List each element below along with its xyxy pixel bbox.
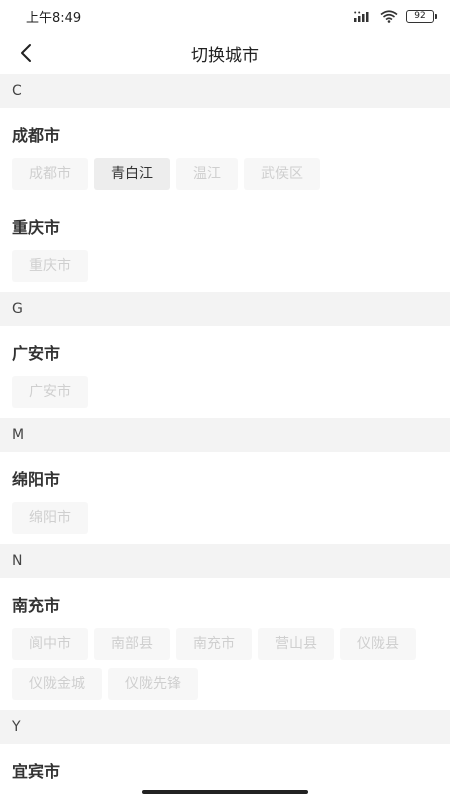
district-tag[interactable]: 成都市 (12, 158, 88, 190)
city-group: 南充市 阆中市 南部县 南充市 营山县 仪陇县 仪陇金城 仪陇先锋 (0, 578, 450, 710)
district-tag[interactable]: 广安市 (12, 376, 88, 408)
city-group: 成都市 成都市 青白江 温江 武侯区 (0, 108, 450, 200)
district-tag[interactable]: 营山县 (258, 628, 334, 660)
city-name: 绵阳市 (12, 470, 61, 489)
page-title: 切换城市 (191, 45, 259, 66)
section-letter: Y (0, 710, 450, 744)
city-name: 宜宾市 (12, 762, 61, 781)
district-tag[interactable]: 重庆市 (12, 250, 88, 282)
city-group: 广安市 广安市 (0, 326, 450, 418)
district-tags: 重庆市 (12, 250, 438, 282)
back-button[interactable] (10, 37, 42, 69)
district-tag[interactable]: 阆中市 (12, 628, 88, 660)
city-name: 重庆市 (12, 218, 61, 237)
district-tag[interactable]: 绵阳市 (12, 502, 88, 534)
district-tags: 成都市 青白江 温江 武侯区 (12, 158, 438, 190)
district-tags: 阆中市 南部县 南充市 营山县 仪陇县仪陇金城 仪陇先锋 (12, 628, 438, 700)
city-name: 成都市 (12, 126, 61, 145)
header: 切换城市 (0, 32, 450, 74)
district-tag[interactable]: 青白江 (94, 158, 170, 190)
wifi-icon (380, 9, 398, 23)
city-name: 南充市 (12, 596, 61, 615)
chevron-left-icon (21, 44, 31, 62)
district-tags: 广安市 (12, 376, 438, 408)
district-tag[interactable]: 温江 (176, 158, 238, 190)
city-name: 广安市 (12, 344, 61, 363)
home-indicator (142, 790, 308, 794)
section-letter: G (0, 292, 450, 326)
city-group: 重庆市 重庆市 (0, 200, 450, 292)
cellular-signal-icon (354, 11, 369, 22)
district-tag[interactable]: 武侯区 (244, 158, 320, 190)
city-group: 宜宾市 (0, 744, 450, 804)
section-letter: C (0, 74, 450, 108)
district-tag[interactable]: 南部县 (94, 628, 170, 660)
city-list: C 成都市 成都市 青白江 温江 武侯区 重庆市 重庆市 G 广安市 广安市 M 绵阳市 绵阳市 N 南充市阆… (0, 74, 450, 804)
district-tag[interactable]: 仪陇县 (340, 628, 416, 660)
section-letter: M (0, 418, 450, 452)
status-bar: 上午8:49 92 (0, 0, 450, 32)
city-group: 绵阳市 绵阳市 (0, 452, 450, 544)
district-tag[interactable]: 仪陇金城 (12, 668, 102, 700)
battery-level: 92 (414, 10, 426, 21)
status-time: 上午8:49 (26, 10, 82, 26)
status-icons: 92 (354, 9, 437, 23)
district-tags: 绵阳市 (12, 502, 438, 534)
district-tag[interactable]: 南充市 (176, 628, 252, 660)
section-letter: N (0, 544, 450, 578)
battery-icon: 92 (406, 9, 437, 23)
district-tag[interactable]: 仪陇先锋 (108, 668, 198, 700)
